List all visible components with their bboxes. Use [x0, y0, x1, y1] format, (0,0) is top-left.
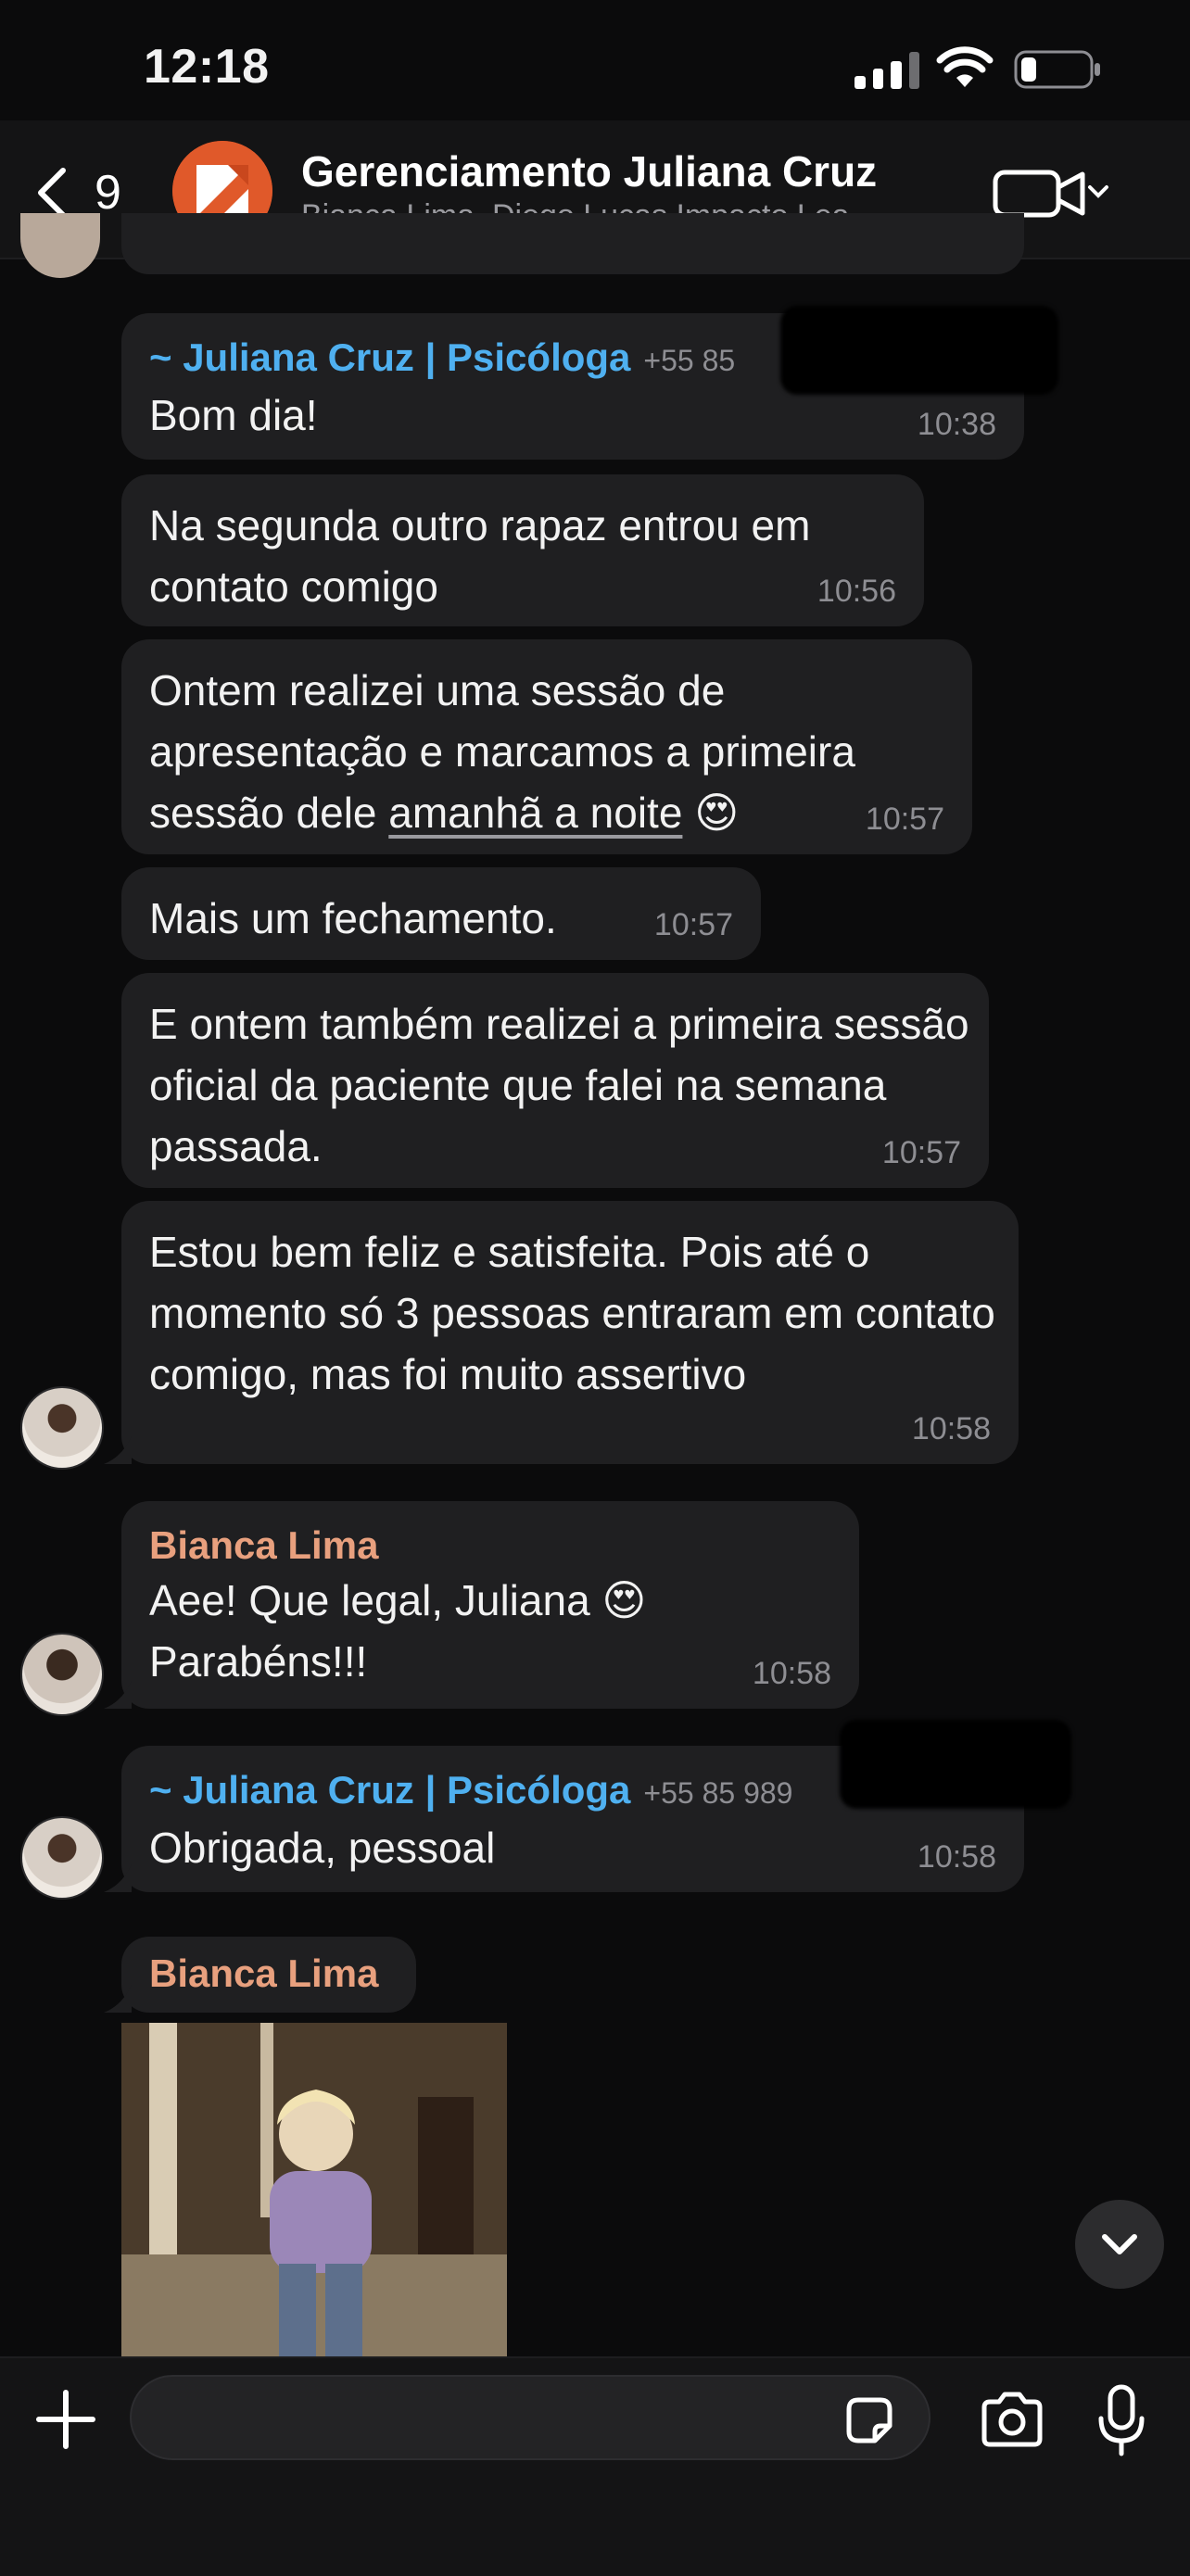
- message-time: 10:58: [911, 1411, 991, 1446]
- status-time: 12:18: [144, 40, 270, 94]
- message-text: Mais um fechamento.: [149, 894, 557, 942]
- message-time: 10:57: [653, 907, 733, 942]
- message-text: Na segunda outro rapaz entrou em contato…: [149, 501, 811, 611]
- message-time: 10:58: [752, 1656, 831, 1691]
- message-bubble[interactable]: E ontem também realizei a primeira sessã…: [121, 973, 989, 1188]
- message-input[interactable]: [130, 2375, 930, 2460]
- wifi-icon: [936, 46, 994, 87]
- sender-phone: +55 85: [643, 344, 736, 377]
- message-time: 10:57: [881, 1135, 961, 1170]
- sender-phone: +55 85 989: [643, 1776, 793, 1810]
- bubble-tail: [104, 1681, 132, 1709]
- scroll-to-bottom-button[interactable]: [1075, 2200, 1164, 2289]
- heart-eyes-emoji: 😍: [694, 789, 740, 837]
- redaction-mark: [780, 306, 1058, 395]
- juliana-avatar[interactable]: [20, 1386, 104, 1470]
- previous-sender-avatar: [20, 213, 100, 278]
- message-bubble[interactable]: Ontem realizei uma sessão de apresentaçã…: [121, 639, 972, 854]
- message-text: Ontem realizei uma sessão de apresentaçã…: [149, 666, 855, 837]
- message-text: Obrigada, pessoal: [149, 1824, 496, 1872]
- back-chevron-icon[interactable]: [33, 165, 70, 221]
- bianca-avatar[interactable]: [20, 1633, 104, 1716]
- sender-name[interactable]: Bianca Lima: [149, 1522, 831, 1570]
- message-time: 10:56: [817, 574, 896, 609]
- message-bubble[interactable]: Estou bem feliz e satisfeita. Pois até o…: [121, 1201, 1019, 1464]
- sender-name[interactable]: Bianca Lima: [149, 1950, 388, 1998]
- battery-icon: [1014, 50, 1100, 89]
- cellular-signal-icon: [855, 48, 919, 89]
- message-text: E ontem também realizei a primeira sessã…: [149, 1000, 969, 1170]
- juliana-avatar[interactable]: [20, 1816, 104, 1900]
- previous-message-bubble: [121, 213, 1024, 274]
- message-text: Parabéns!!!: [149, 1637, 368, 1686]
- microphone-icon[interactable]: [1097, 2383, 1146, 2457]
- bubble-tail: [104, 1985, 132, 2013]
- sender-label-bubble[interactable]: Bianca Lima: [121, 1937, 416, 2013]
- message-bubble[interactable]: Bianca Lima Aee! Que legal, Juliana 😍 Pa…: [121, 1501, 859, 1709]
- sticker-icon[interactable]: [842, 2393, 897, 2448]
- plus-icon[interactable]: [33, 2387, 98, 2452]
- date-link[interactable]: amanhã a noite: [388, 789, 682, 837]
- message-time: 10:57: [865, 802, 944, 837]
- bubble-tail: [104, 1436, 132, 1464]
- bubble-tail: [104, 1864, 132, 1892]
- gif-media[interactable]: [121, 2023, 507, 2356]
- camera-icon[interactable]: [979, 2391, 1045, 2448]
- redaction-mark: [840, 1720, 1071, 1809]
- group-title[interactable]: Gerenciamento Juliana Cruz: [301, 146, 877, 196]
- chevron-down-icon: [1102, 2234, 1137, 2254]
- message-time: 10:38: [917, 407, 996, 442]
- message-text: Aee! Que legal, Juliana 😍: [149, 1576, 647, 1624]
- back-unread-count[interactable]: 9: [95, 165, 121, 221]
- message-bubble[interactable]: Na segunda outro rapaz entrou em contato…: [121, 474, 924, 626]
- message-text: Estou bem feliz e satisfeita. Pois até o…: [149, 1228, 995, 1398]
- message-time: 10:58: [917, 1839, 996, 1875]
- message-bubble[interactable]: Mais um fechamento. 10:57: [121, 867, 761, 960]
